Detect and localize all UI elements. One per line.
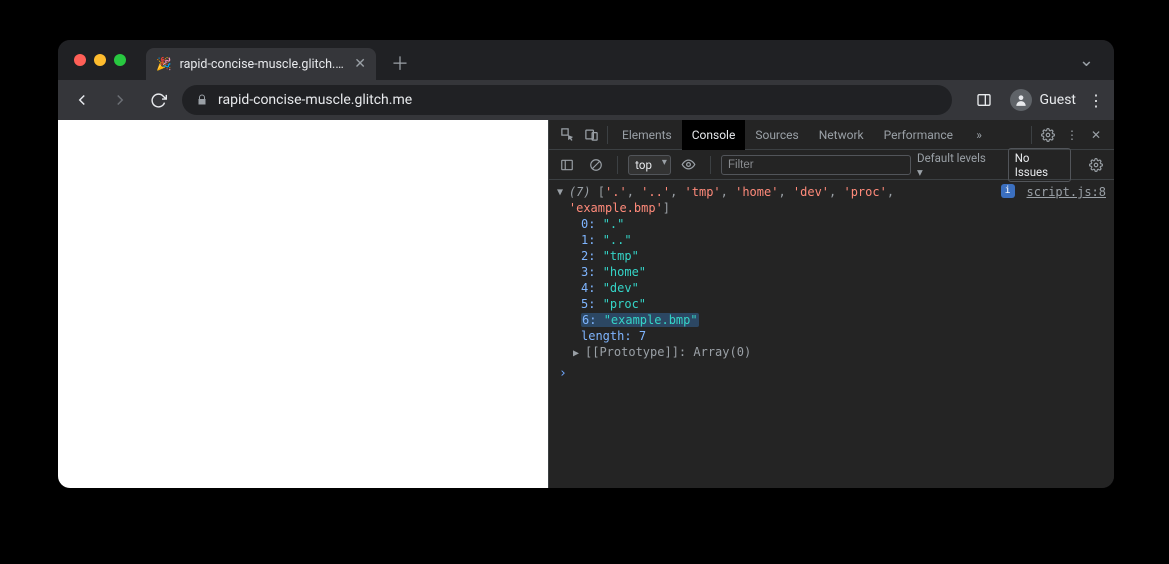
array-entry: 6: "example.bmp": [557, 312, 1106, 328]
devtools-panel: Elements Console Sources Network Perform…: [548, 120, 1114, 488]
devtools-tab-bar: Elements Console Sources Network Perform…: [549, 120, 1114, 150]
browser-toolbar: rapid-concise-muscle.glitch.me Guest ⋮: [58, 80, 1114, 120]
tab-sources[interactable]: Sources: [745, 120, 808, 150]
lock-icon: [196, 94, 208, 106]
tab-title: rapid-concise-muscle.glitch.me: [180, 57, 347, 72]
tab-console[interactable]: Console: [682, 120, 746, 150]
array-entry: 2: "tmp": [557, 248, 1106, 264]
back-button[interactable]: [68, 86, 96, 114]
devtools-close-icon[interactable]: ✕: [1084, 123, 1108, 147]
clear-console-icon[interactable]: [584, 153, 607, 177]
source-link[interactable]: script.js:8: [1015, 184, 1106, 200]
context-selector[interactable]: top: [628, 155, 671, 175]
profile-button[interactable]: Guest: [1010, 89, 1076, 111]
array-length: length: 7: [557, 328, 1106, 344]
info-badge-icon[interactable]: i: [1001, 184, 1015, 198]
maximize-window-button[interactable]: [114, 54, 126, 66]
array-entry: 0: ".": [557, 216, 1106, 232]
content-area: Elements Console Sources Network Perform…: [58, 120, 1114, 488]
window-controls: [74, 54, 126, 66]
avatar-icon: [1010, 89, 1032, 111]
address-bar[interactable]: rapid-concise-muscle.glitch.me: [182, 85, 952, 115]
console-toolbar: top Default levels ▾ No Issues: [549, 150, 1114, 180]
array-entry: 1: "..": [557, 232, 1106, 248]
new-tab-button[interactable]: ＋: [386, 49, 414, 77]
console-sidebar-toggle-icon[interactable]: [555, 153, 578, 177]
context-selector-label: top: [628, 155, 671, 175]
prototype-row[interactable]: ▶[[Prototype]]: Array(0): [557, 344, 1106, 362]
console-settings-icon[interactable]: [1085, 153, 1108, 177]
inspect-element-icon[interactable]: [555, 123, 579, 147]
devtools-menu-icon[interactable]: ⋮: [1060, 123, 1084, 147]
tab-favicon: 🎉: [156, 57, 172, 72]
array-entry: 4: "dev": [557, 280, 1106, 296]
filter-input[interactable]: [721, 155, 911, 175]
browser-tab[interactable]: 🎉 rapid-concise-muscle.glitch.me ✕: [146, 48, 376, 80]
live-expression-icon[interactable]: [677, 153, 700, 177]
tab-network[interactable]: Network: [809, 120, 874, 150]
close-window-button[interactable]: [74, 54, 86, 66]
webpage-viewport[interactable]: [58, 120, 548, 488]
chevron-down-icon[interactable]: ▼: [557, 185, 567, 201]
url-text: rapid-concise-muscle.glitch.me: [218, 92, 412, 108]
tab-close-icon[interactable]: ✕: [354, 56, 366, 72]
tab-performance[interactable]: Performance: [874, 120, 963, 150]
minimize-window-button[interactable]: [94, 54, 106, 66]
console-prompt[interactable]: ›: [557, 362, 1106, 386]
tab-strip: 🎉 rapid-concise-muscle.glitch.me ✕ ＋ ⌄: [58, 40, 1114, 80]
kebab-menu-icon[interactable]: ⋮: [1088, 91, 1104, 110]
toolbar-right: Guest ⋮: [970, 86, 1104, 114]
console-message[interactable]: ▼ (7) ['.', '..', 'tmp', 'home', 'dev', …: [557, 184, 1106, 216]
tabs-overflow-icon[interactable]: »: [967, 123, 991, 147]
array-entry: 3: "home": [557, 264, 1106, 280]
window-chevron-icon[interactable]: ⌄: [1079, 50, 1094, 71]
forward-button[interactable]: [106, 86, 134, 114]
array-entry: 5: "proc": [557, 296, 1106, 312]
tab-elements[interactable]: Elements: [612, 120, 682, 150]
log-levels-selector[interactable]: Default levels ▾: [917, 151, 992, 179]
devtools-settings-icon[interactable]: [1036, 123, 1060, 147]
array-summary: (7) ['.', '..', 'tmp', 'home', 'dev', 'p…: [569, 184, 997, 216]
device-toolbar-icon[interactable]: [579, 123, 603, 147]
reload-button[interactable]: [144, 86, 172, 114]
side-panel-icon[interactable]: [970, 86, 998, 114]
console-output[interactable]: ▼ (7) ['.', '..', 'tmp', 'home', 'dev', …: [549, 180, 1114, 488]
profile-label: Guest: [1040, 92, 1076, 108]
chevron-right-icon[interactable]: ▶: [573, 346, 583, 362]
browser-window: 🎉 rapid-concise-muscle.glitch.me ✕ ＋ ⌄ r…: [58, 40, 1114, 488]
issues-button[interactable]: No Issues: [1008, 148, 1071, 182]
